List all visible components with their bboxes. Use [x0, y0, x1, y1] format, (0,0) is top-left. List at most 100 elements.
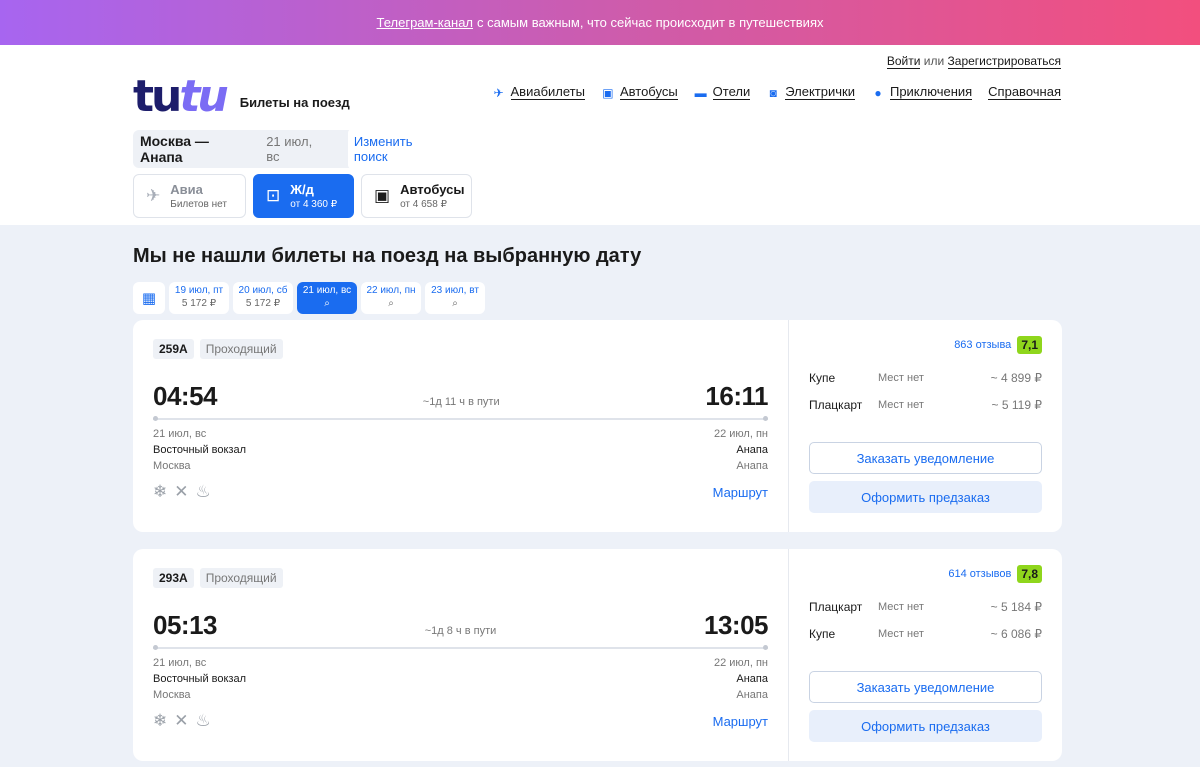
arrival-time: 16:11	[705, 381, 768, 411]
toilet-icon: ♨	[195, 711, 211, 730]
bus-icon: ▣	[602, 85, 614, 100]
login-link[interactable]: Войти	[886, 54, 921, 69]
departure-city: Москва	[153, 460, 191, 472]
travel-duration: ~1д 8 ч в пути	[424, 625, 497, 637]
change-search-button[interactable]: Изменить поиск	[347, 129, 454, 169]
results-content: Мы не нашли билеты на поезд на выбранную…	[133, 225, 1062, 761]
arrival-date: 22 июл, пн	[713, 428, 768, 440]
rating-badge: 7,1	[1017, 336, 1042, 354]
search-icon: ⌕	[388, 298, 394, 309]
mode-avia[interactable]: ✈ Авиа Билетов нет	[133, 174, 246, 218]
search-summary: Москва — Анапа 21 июл, вс Изменить поиск	[133, 129, 454, 169]
arrival-station: Анапа	[736, 673, 768, 685]
route-track	[153, 645, 768, 650]
train-number: 259А	[153, 339, 194, 359]
train-type: Проходящий	[199, 339, 283, 359]
train-features: ❄ ✕ ♨	[153, 711, 211, 731]
search-route: Москва — Анапа	[140, 133, 209, 165]
nav-help[interactable]: Справочная	[988, 85, 1061, 100]
header: Войти или Зарегистрироваться tu tu Билет…	[0, 45, 1200, 225]
calendar-icon: ▦	[141, 290, 157, 307]
promo-banner: Телеграм-канал с самым важным, что сейча…	[0, 0, 1200, 45]
nav-buses[interactable]: ▣ Автобусы	[601, 85, 678, 100]
train-prices: 863 отзыва 7,1 Купе Мест нет ~ 4 899 ₽ П…	[788, 320, 1062, 532]
date-option[interactable]: 20 июл, сб 5 172 ₽	[233, 282, 293, 314]
bus-icon: ▣	[374, 186, 391, 205]
nav-adventures[interactable]: ● Приключения	[871, 85, 973, 100]
departure-time: 04:54	[153, 381, 218, 411]
restaurant-icon: ✕	[174, 711, 189, 730]
air-conditioning-icon: ❄	[153, 482, 168, 501]
route-track	[153, 416, 768, 421]
restaurant-icon: ✕	[174, 482, 189, 501]
departure-station: Восточный вокзал	[153, 673, 247, 685]
rating-badge: 7,8	[1017, 565, 1042, 583]
auth-or: или	[923, 54, 945, 68]
train-type: Проходящий	[199, 568, 283, 588]
preorder-button[interactable]: Оформить предзаказ	[809, 481, 1042, 513]
departure-station: Восточный вокзал	[153, 444, 247, 456]
nav-hotels[interactable]: ▬ Отели	[694, 85, 751, 100]
mode-bus[interactable]: ▣ Автобусы от 4 658 ₽	[361, 174, 472, 218]
train-card: 259А Проходящий 04:54 ~1д 11 ч в пути 16…	[133, 320, 1062, 532]
suburban-train-icon: ◙	[769, 85, 777, 100]
register-link[interactable]: Зарегистрироваться	[947, 54, 1061, 69]
travel-duration: ~1д 11 ч в пути	[422, 396, 500, 408]
notify-button[interactable]: Заказать уведомление	[809, 671, 1042, 703]
promo-text: с самым важным, что сейчас происходит в …	[477, 15, 824, 30]
air-conditioning-icon: ❄	[153, 711, 168, 730]
toilet-icon: ♨	[195, 482, 211, 501]
departure-city: Москва	[153, 689, 191, 701]
bed-icon: ▬	[694, 85, 707, 100]
date-selector: ▦ 19 июл, пт 5 172 ₽ 20 июл, сб 5 172 ₽ 21…	[133, 282, 1062, 314]
telegram-channel-link[interactable]: Телеграм-канал	[377, 15, 474, 30]
logo-part-1: tu	[133, 71, 182, 122]
train-card: 293А Проходящий 05:13 ~1д 8 ч в пути 13:…	[133, 549, 1062, 761]
price-row: Плацкарт Мест нет ~ 5 119 ₽	[809, 398, 1042, 412]
departure-date: 21 июл, вс	[153, 657, 207, 669]
train-number: 293А	[153, 568, 194, 588]
notify-button[interactable]: Заказать уведомление	[809, 442, 1042, 474]
nav-flights[interactable]: ✈ Авиабилеты	[492, 85, 585, 100]
preorder-button[interactable]: Оформить предзаказ	[809, 710, 1042, 742]
search-date: 21 июл, вс	[266, 134, 313, 164]
arrival-city: Анапа	[736, 689, 768, 701]
train-info: 293А Проходящий 05:13 ~1д 8 ч в пути 13:…	[133, 549, 788, 761]
search-icon: ⌕	[324, 298, 330, 309]
plane-icon: ✈	[146, 186, 161, 205]
reviews-link[interactable]: 614 отзывов	[948, 568, 1011, 580]
arrival-city: Анапа	[736, 460, 768, 472]
date-option[interactable]: 23 июл, вт ⌕	[425, 282, 485, 314]
train-features: ❄ ✕ ♨	[153, 482, 211, 502]
balloon-icon: ●	[874, 85, 882, 100]
route-link[interactable]: Маршрут	[713, 485, 768, 500]
date-option[interactable]: 19 июл, пт 5 172 ₽	[169, 282, 229, 314]
price-row: Плацкарт Мест нет ~ 5 184 ₽	[809, 600, 1042, 614]
transport-modes: ✈ Авиа Билетов нет ⊡ Ж/д от 4 360 ₽ ▣ Авто…	[133, 174, 472, 218]
departure-time: 05:13	[153, 610, 218, 640]
nav-suburban[interactable]: ◙ Электрички	[766, 85, 855, 100]
date-option-selected[interactable]: 21 июл, вс ⌕	[297, 282, 357, 314]
arrival-station: Анапа	[736, 444, 768, 456]
calendar-button[interactable]: ▦	[133, 282, 165, 314]
reviews-link[interactable]: 863 отзыва	[954, 339, 1011, 351]
date-option[interactable]: 22 июл, пн ⌕	[361, 282, 421, 314]
arrival-time: 13:05	[704, 610, 769, 640]
logo-subtitle: Билеты на поезд	[239, 94, 350, 110]
search-icon: ⌕	[452, 298, 458, 309]
auth-links: Войти или Зарегистрироваться	[886, 54, 1061, 69]
arrival-date: 22 июл, пн	[713, 657, 768, 669]
price-row: Купе Мест нет ~ 6 086 ₽	[809, 627, 1042, 641]
train-info: 259А Проходящий 04:54 ~1д 11 ч в пути 16…	[133, 320, 788, 532]
train-prices: 614 отзывов 7,8 Плацкарт Мест нет ~ 5 18…	[788, 549, 1062, 761]
train-icon: ⊡	[266, 186, 281, 205]
mode-train[interactable]: ⊡ Ж/д от 4 360 ₽	[253, 174, 354, 218]
page-title: Мы не нашли билеты на поезд на выбранную…	[133, 245, 642, 267]
logo-part-2: tu	[179, 71, 228, 122]
price-row: Купе Мест нет ~ 4 899 ₽	[809, 371, 1042, 385]
plane-icon: ✈	[493, 85, 504, 100]
main-nav: ✈ Авиабилеты ▣ Автобусы ▬ Отели ◙ Электрички…	[492, 85, 1061, 100]
departure-date: 21 июл, вс	[153, 428, 207, 440]
route-link[interactable]: Маршрут	[713, 714, 768, 729]
tutu-logo[interactable]: tu tu Билеты на поезд	[133, 75, 350, 119]
